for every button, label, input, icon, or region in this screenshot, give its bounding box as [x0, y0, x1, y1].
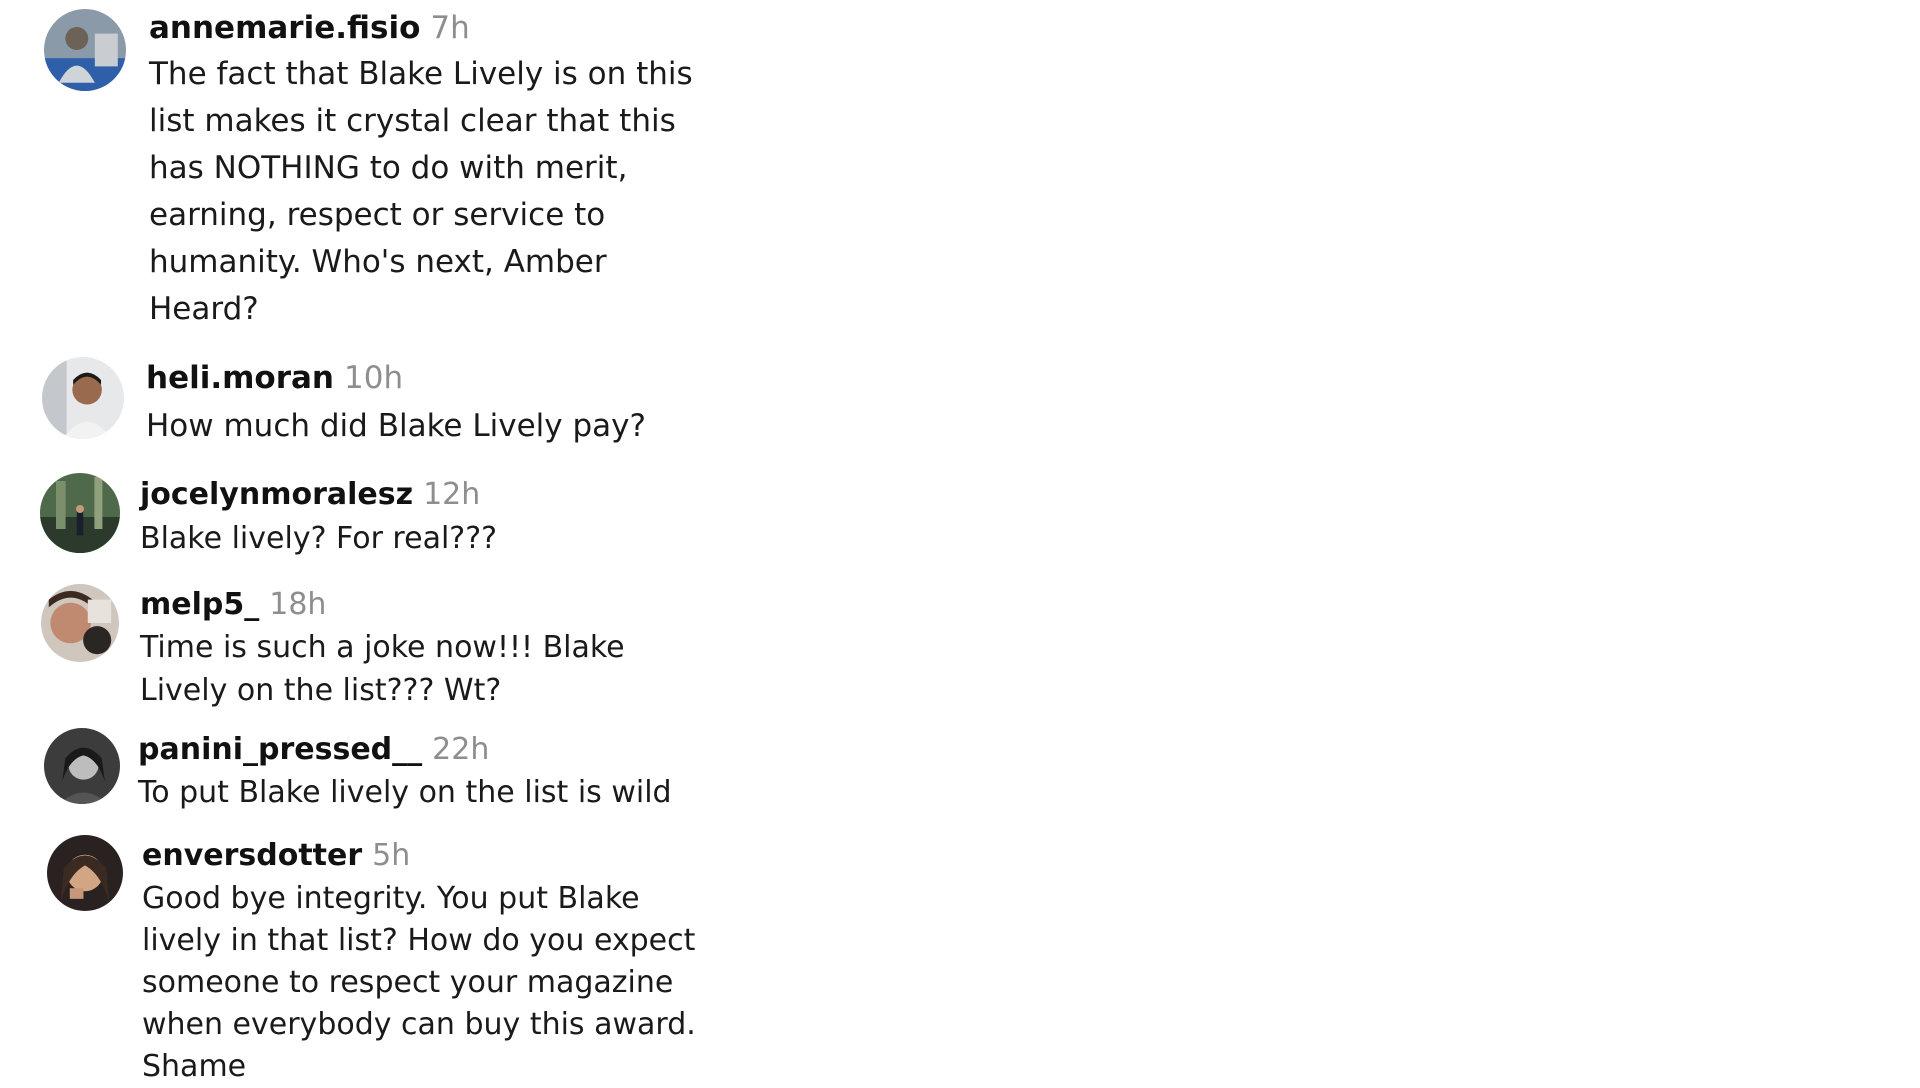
comment-timestamp[interactable]: 12h: [423, 477, 480, 512]
comment-timestamp[interactable]: 22h: [432, 732, 489, 767]
comment-username[interactable]: jocelynmoralesz: [140, 477, 413, 512]
comment-username[interactable]: melp5_: [140, 587, 259, 622]
comment-text: Time is such a joke now!!! Blake Lively …: [140, 630, 625, 708]
user-avatar-icon[interactable]: [41, 584, 119, 662]
user-avatar-icon[interactable]: [44, 728, 120, 804]
user-avatar-icon[interactable]: [47, 835, 123, 911]
comment-username[interactable]: heli.moran: [146, 360, 334, 396]
comment-text: To put Blake lively on the list is wild: [138, 775, 672, 810]
user-avatar-icon[interactable]: [44, 9, 126, 91]
comment-timestamp[interactable]: 5h: [372, 838, 410, 873]
comment-text: Good bye integrity. You put Blake lively…: [142, 881, 696, 1084]
comment-text: Blake lively? For real???: [140, 521, 498, 556]
user-avatar-icon[interactable]: [42, 357, 124, 439]
comment-timestamp[interactable]: 10h: [344, 360, 403, 396]
comment-text: How much did Blake Lively pay?: [146, 408, 646, 445]
comment-text: The fact that Blake Lively is on this li…: [149, 56, 693, 328]
comment-username[interactable]: annemarie.fisio: [149, 10, 420, 46]
comment-timestamp[interactable]: 18h: [269, 587, 326, 622]
comment-username[interactable]: panini_pressed__: [138, 732, 422, 767]
user-avatar-icon[interactable]: [40, 473, 120, 553]
comment-timestamp[interactable]: 7h: [430, 10, 469, 46]
comment-username[interactable]: enversdotter: [142, 838, 362, 873]
